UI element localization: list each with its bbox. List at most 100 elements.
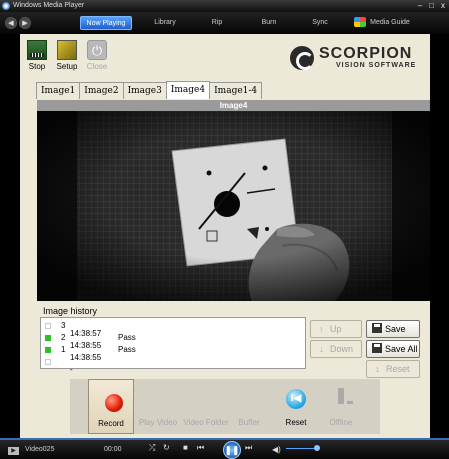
tab-image3[interactable]: Image3 xyxy=(122,82,167,99)
history-row[interactable]: 3 14:38:57 xyxy=(41,320,301,338)
history-reset-label: Reset xyxy=(386,364,410,374)
maximize-button[interactable]: □ xyxy=(429,1,434,11)
buffer-button[interactable]: Buffer xyxy=(233,379,265,434)
history-row-checkbox[interactable] xyxy=(45,347,51,353)
history-row[interactable]: 1 14:38:55 Pass xyxy=(41,344,301,362)
reset-label: Reset xyxy=(285,418,307,427)
offline-label: Offline xyxy=(329,418,353,427)
wmp-status-bar: ▶ Video025 00:00 ⤮ ↻ ■ ⏮ ❚❚ ⏭ ◀) xyxy=(0,438,449,459)
record-label: Record xyxy=(98,419,124,428)
tab-sync[interactable]: Sync xyxy=(301,16,339,30)
history-row-status: Pass xyxy=(118,345,136,354)
wmp-nav-tabs: Now Playing Library Rip Burn Sync Media … xyxy=(80,16,413,30)
down-arrow-icon: ↓ xyxy=(319,344,324,354)
transport-controls: ⤮ ↻ ■ ⏮ ❚❚ ⏭ xyxy=(145,441,265,459)
stop-icon xyxy=(27,40,47,60)
media-name: ▶ Video025 xyxy=(8,446,54,455)
tab-rip[interactable]: Rip xyxy=(197,16,237,30)
close-button[interactable]: ⏻ Close xyxy=(84,40,110,71)
offline-icon xyxy=(338,388,353,404)
setup-button[interactable]: Setup xyxy=(52,40,82,71)
forward-arrow-icon[interactable]: ▶ xyxy=(19,17,31,29)
volume-knob[interactable] xyxy=(314,445,320,451)
record-icon xyxy=(105,394,123,412)
play-video-label: Play Video xyxy=(138,418,178,427)
repeat-icon[interactable]: ↻ xyxy=(163,443,170,452)
wmp-nav-bar: ◀ ▶ Now Playing Library Rip Burn Sync Me… xyxy=(0,12,449,34)
scorpion-logo-icon xyxy=(290,46,314,70)
history-row-checkbox[interactable] xyxy=(45,323,51,329)
history-row-checkbox[interactable] xyxy=(45,335,51,341)
history-row-num: 1 xyxy=(61,345,66,354)
offline-button[interactable]: Offline xyxy=(326,379,356,434)
minimize-button[interactable]: – xyxy=(418,1,422,11)
history-row[interactable]: - xyxy=(41,356,301,374)
logo-brand: SCORPION xyxy=(319,45,413,62)
close-window-button[interactable]: x xyxy=(441,1,445,11)
history-label: Image history xyxy=(43,306,98,316)
history-row-num: 3 xyxy=(61,321,66,330)
play-video-button[interactable]: Play Video xyxy=(136,379,180,434)
tab-media-guide-label: Media Guide xyxy=(370,19,410,26)
history-reset-button[interactable]: ↕ Reset xyxy=(366,360,420,378)
history-row[interactable]: 2 14:38:55 Pass xyxy=(41,332,301,350)
pause-icon[interactable]: ❚❚ xyxy=(223,441,241,459)
buffer-label: Buffer xyxy=(238,418,260,427)
save-all-icon xyxy=(372,343,382,353)
save-button[interactable]: Save xyxy=(366,320,420,338)
video-folder-button[interactable]: Video Folder xyxy=(181,379,231,434)
tab-image1[interactable]: Image1 xyxy=(36,82,81,99)
up-arrow-icon: ↑ xyxy=(319,324,324,334)
video-folder-label: Video Folder xyxy=(183,418,229,427)
stop-label: Stop xyxy=(28,62,46,71)
down-button[interactable]: ↓ Down xyxy=(310,340,362,358)
scorpion-app: Stop Setup ⏻ Close SCORPION VISION SOFTW… xyxy=(20,34,430,438)
history-row-status: Pass xyxy=(118,333,136,342)
seek-bar[interactable] xyxy=(0,438,449,440)
nav-arrows: ◀ ▶ xyxy=(5,17,31,29)
tab-image4[interactable]: Image4 xyxy=(165,81,211,99)
tab-image2[interactable]: Image2 xyxy=(79,82,124,99)
back-arrow-icon[interactable]: ◀ xyxy=(5,17,17,29)
tab-image1-4[interactable]: Image1-4 xyxy=(209,82,263,99)
record-button[interactable]: Record xyxy=(88,379,134,434)
logo-subtitle: VISION SOFTWARE xyxy=(336,62,417,69)
save-icon xyxy=(372,323,382,333)
media-name-label: Video025 xyxy=(25,446,55,453)
history-row-checkbox[interactable] xyxy=(45,359,51,365)
power-icon: ⏻ xyxy=(87,40,107,60)
stop-button[interactable]: Stop xyxy=(24,40,50,71)
window-controls: – □ x xyxy=(418,1,445,11)
image-history-list[interactable]: 3 14:38:57 2 14:38:55 Pass 1 14:38:55 Pa… xyxy=(40,317,306,374)
image-tabs: Image1 Image2 Image3 Image4 Image1-4 xyxy=(36,81,263,99)
tab-library[interactable]: Library xyxy=(145,16,185,30)
close-label: Close xyxy=(86,62,108,71)
up-label: Up xyxy=(330,324,342,334)
playlist-icon[interactable]: ▶ xyxy=(8,447,19,455)
history-row-num: 2 xyxy=(61,333,66,342)
next-icon[interactable]: ⏭ xyxy=(245,443,252,453)
stop-playback-icon[interactable]: ■ xyxy=(183,443,188,452)
previous-icon[interactable]: ⏮ xyxy=(197,443,204,453)
up-button[interactable]: ↑ Up xyxy=(310,320,362,338)
reset-button[interactable]: I◀ Reset xyxy=(281,379,311,434)
setup-icon xyxy=(57,40,77,60)
save-all-button[interactable]: Save All xyxy=(366,340,420,358)
volume-icon[interactable]: ◀) xyxy=(272,445,281,454)
media-guide-icon xyxy=(354,17,367,28)
reset-icon: I◀ xyxy=(286,389,306,409)
camera-image xyxy=(37,111,430,301)
tab-media-guide[interactable]: Media Guide xyxy=(351,16,413,30)
tab-burn[interactable]: Burn xyxy=(249,16,289,30)
image-viewer[interactable] xyxy=(37,111,430,301)
shuffle-icon[interactable]: ⤮ xyxy=(149,443,155,453)
up-down-icon: ↕ xyxy=(375,364,380,374)
save-all-label: Save All xyxy=(385,344,418,354)
wmp-logo-icon xyxy=(2,2,10,10)
tab-now-playing[interactable]: Now Playing xyxy=(80,16,132,30)
scorpion-logo: SCORPION VISION SOFTWARE xyxy=(290,42,426,74)
setup-label: Setup xyxy=(56,62,78,71)
media-time: 00:00 xyxy=(104,446,122,453)
wmp-title-bar: Windows Media Player – □ x xyxy=(0,0,449,12)
save-label: Save xyxy=(385,324,406,334)
